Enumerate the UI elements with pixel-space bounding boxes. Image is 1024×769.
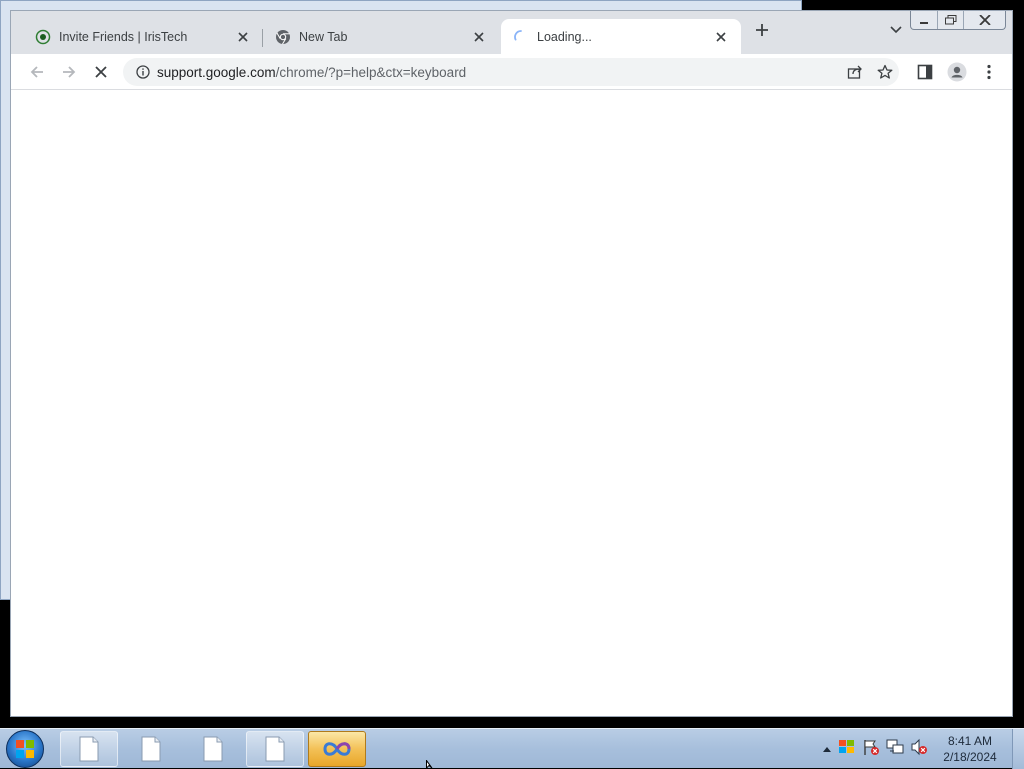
new-tab-button[interactable] — [751, 19, 773, 41]
arrow-left-icon — [30, 66, 43, 78]
plus-icon — [756, 24, 768, 36]
action-center-flag-icon — [864, 739, 879, 755]
tab-new-tab[interactable]: New Tab — [263, 19, 499, 55]
taskbar: 8:41 AM 2/18/2024 — [0, 728, 1024, 769]
chevron-down-icon — [890, 26, 902, 34]
clock-date: 2/18/2024 — [943, 750, 997, 764]
url-text[interactable]: support.google.com/chrome/?p=help&ctx=ke… — [157, 65, 466, 80]
chevron-up-icon — [823, 747, 831, 752]
browser-window: Invite Friends | IrisTech New Tab Loadin… — [10, 10, 1013, 717]
network-icon — [886, 739, 904, 753]
show-desktop-button[interactable] — [1012, 729, 1024, 769]
url-host: support.google.com — [157, 64, 276, 80]
windows-flag-icon — [839, 739, 854, 753]
tab-loading[interactable]: Loading... — [501, 19, 741, 55]
taskbar-button-document-2[interactable] — [122, 731, 180, 767]
system-tray — [822, 738, 928, 761]
windows-logo-icon — [16, 740, 34, 758]
tab-title: Invite Friends | IrisTech — [59, 30, 188, 44]
site-info-button[interactable] — [129, 65, 157, 79]
tab-strip: Invite Friends | IrisTech New Tab Loadin… — [11, 19, 1012, 55]
document-icon — [203, 736, 223, 762]
address-bar[interactable]: support.google.com/chrome/?p=help&ctx=ke… — [123, 58, 899, 86]
start-button[interactable] — [6, 730, 44, 768]
tab-title: Loading... — [537, 30, 592, 44]
network-tray-icon[interactable] — [886, 738, 904, 761]
forward-button[interactable] — [57, 60, 81, 84]
chrome-icon — [276, 30, 290, 45]
clock-time: 8:41 AM — [947, 734, 993, 748]
share-button[interactable] — [847, 64, 863, 85]
close-icon — [238, 32, 248, 42]
taskbar-clock[interactable]: 8:41 AM 2/18/2024 — [938, 733, 1002, 765]
page-content — [11, 90, 1012, 716]
record-icon — [35, 29, 51, 45]
side-panel-button[interactable] — [913, 60, 937, 84]
arrow-right-icon — [63, 66, 76, 78]
volume-tray-icon[interactable] — [910, 738, 928, 761]
stop-loading-button[interactable] — [89, 60, 113, 84]
show-hidden-icons-button[interactable] — [822, 740, 832, 758]
action-center-tray-icon[interactable] — [862, 738, 880, 761]
tab-close-button[interactable] — [471, 29, 487, 45]
document-icon — [265, 736, 285, 762]
volume-muted-icon — [911, 738, 927, 755]
share-icon — [847, 65, 862, 79]
avatar-icon — [947, 62, 967, 82]
mouse-cursor-icon — [426, 760, 433, 768]
document-icon — [141, 736, 161, 762]
info-icon — [136, 65, 150, 79]
profile-button[interactable] — [945, 60, 969, 84]
taskbar-button-document-3[interactable] — [184, 731, 242, 767]
bookmark-button[interactable] — [877, 64, 893, 85]
taskbar-button-active-app[interactable] — [308, 731, 366, 767]
more-vert-icon — [987, 64, 991, 80]
tab-search-button[interactable] — [885, 19, 907, 41]
url-path: /chrome/?p=help&ctx=keyboard — [275, 64, 467, 80]
infinity-app-icon — [323, 742, 351, 756]
star-icon — [877, 64, 893, 79]
taskbar-button-document-1[interactable] — [60, 731, 118, 767]
stop-icon — [95, 66, 107, 78]
tab-close-button[interactable] — [713, 29, 729, 45]
tab-title: New Tab — [299, 30, 348, 44]
windows-flag-tray-icon[interactable] — [838, 738, 856, 761]
browser-toolbar: support.google.com/chrome/?p=help&ctx=ke… — [11, 54, 1012, 90]
side-panel-icon — [917, 64, 933, 80]
back-button[interactable] — [25, 60, 49, 84]
close-icon — [716, 32, 726, 42]
document-icon — [79, 736, 99, 762]
tab-invite-friends[interactable]: Invite Friends | IrisTech — [23, 19, 263, 55]
loading-spinner-icon — [514, 30, 522, 41]
tab-close-button[interactable] — [235, 29, 251, 45]
close-icon — [474, 32, 484, 42]
taskbar-button-document-4[interactable] — [246, 731, 304, 767]
menu-button[interactable] — [977, 60, 1001, 84]
